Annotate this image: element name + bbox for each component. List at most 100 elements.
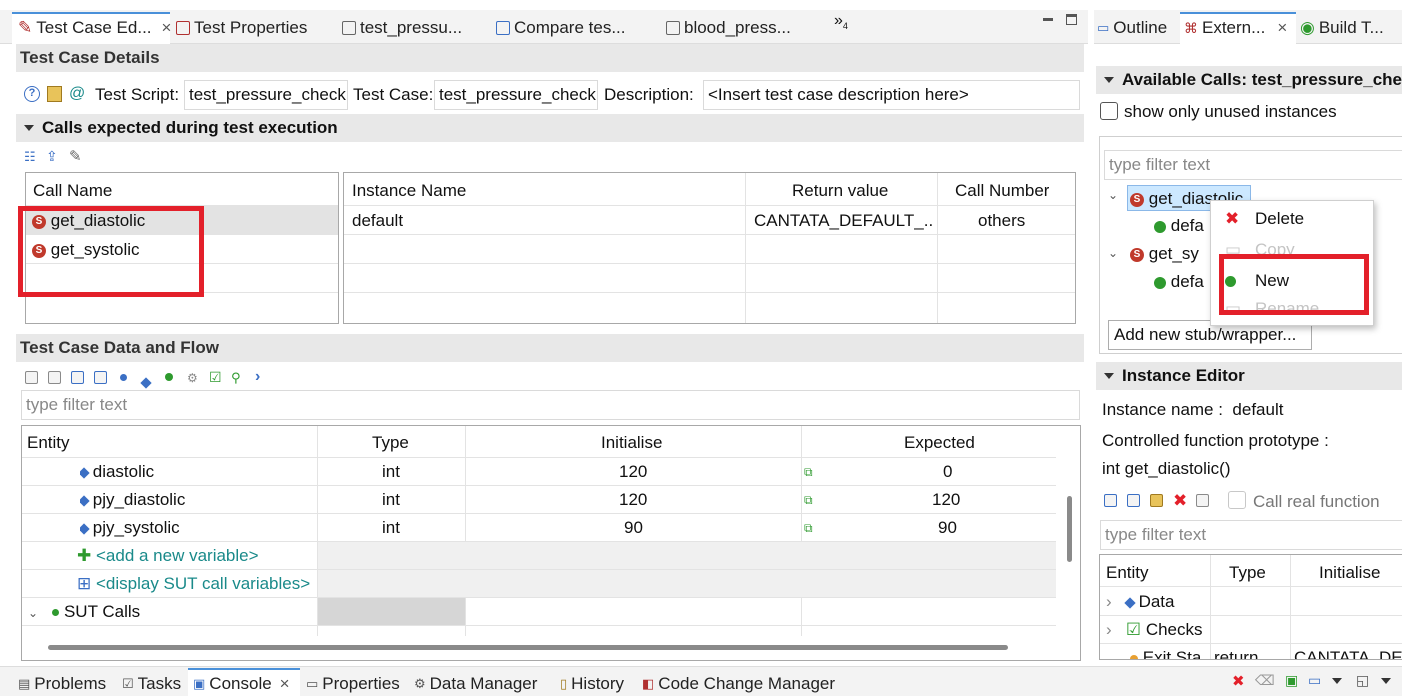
return-value-cell[interactable]: CANTATA_DEFAULT_... (754, 211, 934, 231)
check-icon[interactable]: ☑ (209, 369, 222, 386)
available-calls-header[interactable]: Available Calls: test_pressure_chec (1096, 66, 1402, 94)
script-icon[interactable] (47, 86, 62, 102)
green-dot-filter-icon[interactable] (165, 373, 173, 381)
tab-tasks[interactable]: ☑ Tasks (122, 672, 181, 696)
chevron-right-icon: › (1106, 592, 1112, 611)
tab-properties[interactable]: ▭ Properties (306, 672, 400, 696)
delete-icon[interactable]: ✖ (1173, 491, 1187, 511)
show-unused-checkbox[interactable] (1100, 102, 1118, 120)
tab-history[interactable]: ▯ History (560, 672, 624, 696)
dot-filter-icon[interactable] (120, 374, 127, 381)
tab-build-targets[interactable]: ◉ Build T... (1300, 14, 1384, 42)
test-script-field[interactable]: test_pressure_check (184, 80, 348, 110)
expected-cell[interactable]: 90 (938, 518, 957, 538)
tab-test-properties[interactable]: Test Properties (176, 14, 307, 42)
horizontal-scrollbar[interactable] (48, 645, 1008, 650)
tree-item-get-systolic[interactable]: S get_sy (1130, 244, 1199, 264)
list-icon[interactable]: ☷ (24, 149, 36, 165)
expand-all-icon[interactable] (71, 371, 84, 384)
sut-calls-row[interactable]: ⌄ SUT Calls (28, 602, 140, 622)
collapse-all-icon[interactable] (94, 371, 107, 384)
tab-test-pressure[interactable]: test_pressu... (342, 14, 462, 42)
link-icon[interactable]: @ (69, 85, 85, 103)
tab-data-manager[interactable]: ⚙ Data Manager (414, 672, 537, 696)
tab-console[interactable]: ▣ Console × (193, 672, 290, 696)
call-number-cell[interactable]: others (978, 211, 1025, 231)
tree-chevron-down-icon[interactable]: ⌄ (1108, 246, 1118, 260)
script-icon[interactable] (1150, 494, 1163, 507)
clear-console-icon[interactable]: ⌫ (1255, 672, 1275, 689)
tab-label: blood_press... (684, 18, 791, 37)
vertical-scrollbar[interactable] (1067, 496, 1072, 562)
minimize-icon[interactable] (1043, 18, 1053, 21)
tab-external-calls[interactable]: ⌘ Extern... × (1184, 14, 1287, 42)
document-icon[interactable] (1196, 494, 1209, 507)
dropdown-icon[interactable] (1381, 678, 1391, 684)
new-console-icon[interactable]: ◱ (1356, 672, 1369, 689)
tab-blood-pressure[interactable]: blood_press... (666, 14, 791, 42)
collapse-all-icon[interactable] (1127, 494, 1140, 507)
section-title: Instance Editor (1122, 366, 1245, 385)
maximize-icon[interactable] (1066, 14, 1077, 25)
expected-check-icon: ⧉ (804, 493, 813, 507)
flow-filter-input[interactable]: type filter text (21, 390, 1080, 420)
tab-label: Problems (34, 674, 107, 693)
menu-item-delete[interactable]: ✖ Delete (1211, 204, 1373, 234)
table-row-pjy-systolic[interactable]: pjy_systolic (80, 518, 180, 538)
tab-code-change-manager[interactable]: ◧ Code Change Manager (642, 672, 835, 696)
calls-expected-header[interactable]: Calls expected during test execution (16, 114, 1084, 142)
initialise-cell[interactable]: CANTATA_DE (1294, 648, 1402, 659)
initialise-cell[interactable]: 120 (619, 490, 647, 510)
display-sut-link[interactable]: ⊞ <display SUT call variables> (77, 574, 310, 594)
next-icon[interactable]: › (255, 368, 260, 386)
initialise-cell[interactable]: 120 (619, 462, 647, 482)
available-filter-input[interactable]: type filter text (1104, 150, 1402, 180)
code-change-icon: ◧ (642, 676, 655, 691)
entity-text: Exit Sta (1142, 648, 1202, 660)
expected-cell[interactable]: 120 (932, 490, 960, 510)
display-console-icon[interactable]: ▭ (1308, 672, 1321, 689)
row-divider (344, 263, 1075, 264)
tab-test-case-editor[interactable]: ✎ Test Case Ed... × (18, 14, 171, 42)
tree-row-data[interactable]: › Data (1106, 592, 1206, 612)
tab-overflow-chevron[interactable]: »4 (834, 12, 848, 31)
import-icon[interactable] (25, 371, 38, 384)
expand-all-icon[interactable] (1104, 494, 1117, 507)
description-field[interactable]: <Insert test case description here> (703, 80, 1080, 110)
tab-compare-test[interactable]: Compare tes... (496, 14, 626, 42)
edit-icon[interactable]: ✎ (69, 147, 82, 165)
table-row-diastolic[interactable]: diastolic (80, 462, 154, 482)
tree-chevron-down-icon[interactable]: ⌄ (1108, 188, 1118, 202)
problems-icon: ▤ (18, 676, 31, 691)
tree-child-default[interactable]: defa (1154, 216, 1204, 236)
exit-status-icon (1130, 654, 1138, 659)
close-icon[interactable]: × (280, 674, 290, 694)
settings-icon[interactable]: ⚙ (187, 371, 198, 385)
dropdown-icon[interactable] (1332, 678, 1342, 684)
close-icon[interactable]: × (1277, 18, 1287, 38)
tree-row-checks[interactable]: › ☑ Checks (1106, 620, 1210, 640)
tab-problems[interactable]: ▤ Problems (18, 672, 106, 696)
call-real-checkbox[interactable] (1228, 491, 1246, 509)
pencil-icon: ✎ (18, 18, 33, 37)
terminate-icon[interactable]: ✖ (1232, 672, 1245, 690)
table-row-pjy-diastolic[interactable]: pjy_diastolic (80, 490, 185, 510)
pin-console-icon[interactable]: ▣ (1285, 672, 1298, 689)
type-cell: int (382, 462, 400, 481)
expected-cell[interactable]: 0 (943, 462, 952, 482)
export-icon[interactable] (48, 371, 61, 384)
instance-editor-header[interactable]: Instance Editor (1096, 362, 1402, 390)
diamond-filter-icon[interactable] (140, 372, 152, 392)
close-icon[interactable]: × (162, 18, 172, 38)
add-variable-link[interactable]: ✚ <add a new variable> (77, 546, 259, 566)
instance-name-cell[interactable]: default (352, 211, 403, 231)
initialise-cell[interactable]: 90 (624, 518, 643, 538)
tree-row-exit-status[interactable]: Exit Sta (1130, 648, 1210, 660)
help-icon[interactable]: ? (24, 86, 40, 102)
tree-child-default[interactable]: defa (1154, 272, 1204, 292)
search-icon[interactable]: ⚲ (231, 370, 241, 386)
tab-outline[interactable]: ▭ Outline (1097, 14, 1167, 42)
export-icon[interactable]: ⇪ (46, 148, 58, 165)
instance-filter-input[interactable]: type filter text (1100, 520, 1402, 550)
test-case-field[interactable]: test_pressure_check (434, 80, 598, 110)
